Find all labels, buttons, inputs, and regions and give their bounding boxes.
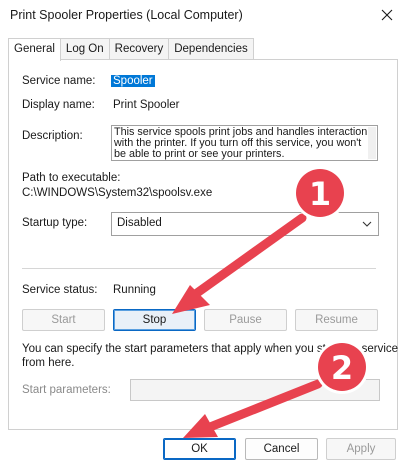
startup-type-select[interactable]: Disabled — [111, 212, 379, 236]
cancel-button[interactable]: Cancel — [245, 438, 318, 460]
start-params-input[interactable] — [130, 379, 380, 401]
startup-type-label: Startup type: — [22, 217, 88, 229]
tab-recovery[interactable]: Recovery — [108, 38, 170, 60]
service-status-value: Running — [113, 284, 156, 296]
display-name-value[interactable]: Print Spooler — [113, 99, 179, 111]
service-status-label: Service status: — [22, 284, 98, 296]
separator — [22, 268, 376, 269]
close-icon — [381, 9, 393, 21]
start-button[interactable]: Start — [22, 309, 105, 331]
pause-button[interactable]: Pause — [204, 309, 287, 331]
chevron-down-icon — [362, 221, 372, 227]
apply-button[interactable]: Apply — [326, 438, 396, 460]
display-name-label: Display name: — [22, 99, 95, 111]
path-value[interactable]: C:\WINDOWS\System32\spoolsv.exe — [22, 187, 212, 199]
ok-button[interactable]: OK — [163, 438, 236, 460]
description-box[interactable]: This service spools print jobs and handl… — [111, 125, 378, 161]
close-button[interactable] — [372, 2, 402, 28]
startup-type-value: Disabled — [117, 217, 162, 229]
stop-button[interactable]: Stop — [113, 309, 196, 331]
service-name-value[interactable]: Spooler — [111, 75, 155, 87]
tab-dependencies[interactable]: Dependencies — [168, 38, 254, 60]
tab-general[interactable]: General — [8, 38, 61, 61]
tab-strip: General Log On Recovery Dependencies — [8, 38, 254, 61]
window-title: Print Spooler Properties (Local Computer… — [10, 8, 243, 22]
description-label: Description: — [22, 130, 83, 142]
properties-dialog: Print Spooler Properties (Local Computer… — [0, 0, 406, 468]
start-params-hint-line1: You can specify the start parameters tha… — [22, 343, 399, 355]
tab-panel-general — [8, 59, 398, 430]
title-bar: Print Spooler Properties (Local Computer… — [0, 0, 406, 32]
description-text: This service spools print jobs and handl… — [114, 126, 368, 160]
start-params-hint-line2: from here. — [22, 357, 75, 369]
tab-log-on[interactable]: Log On — [59, 38, 110, 60]
service-name-label: Service name: — [22, 75, 96, 87]
path-label: Path to executable: — [22, 172, 121, 184]
resume-button[interactable]: Resume — [295, 309, 378, 331]
start-params-label: Start parameters: — [22, 384, 111, 396]
description-scrollbar[interactable] — [368, 127, 376, 159]
